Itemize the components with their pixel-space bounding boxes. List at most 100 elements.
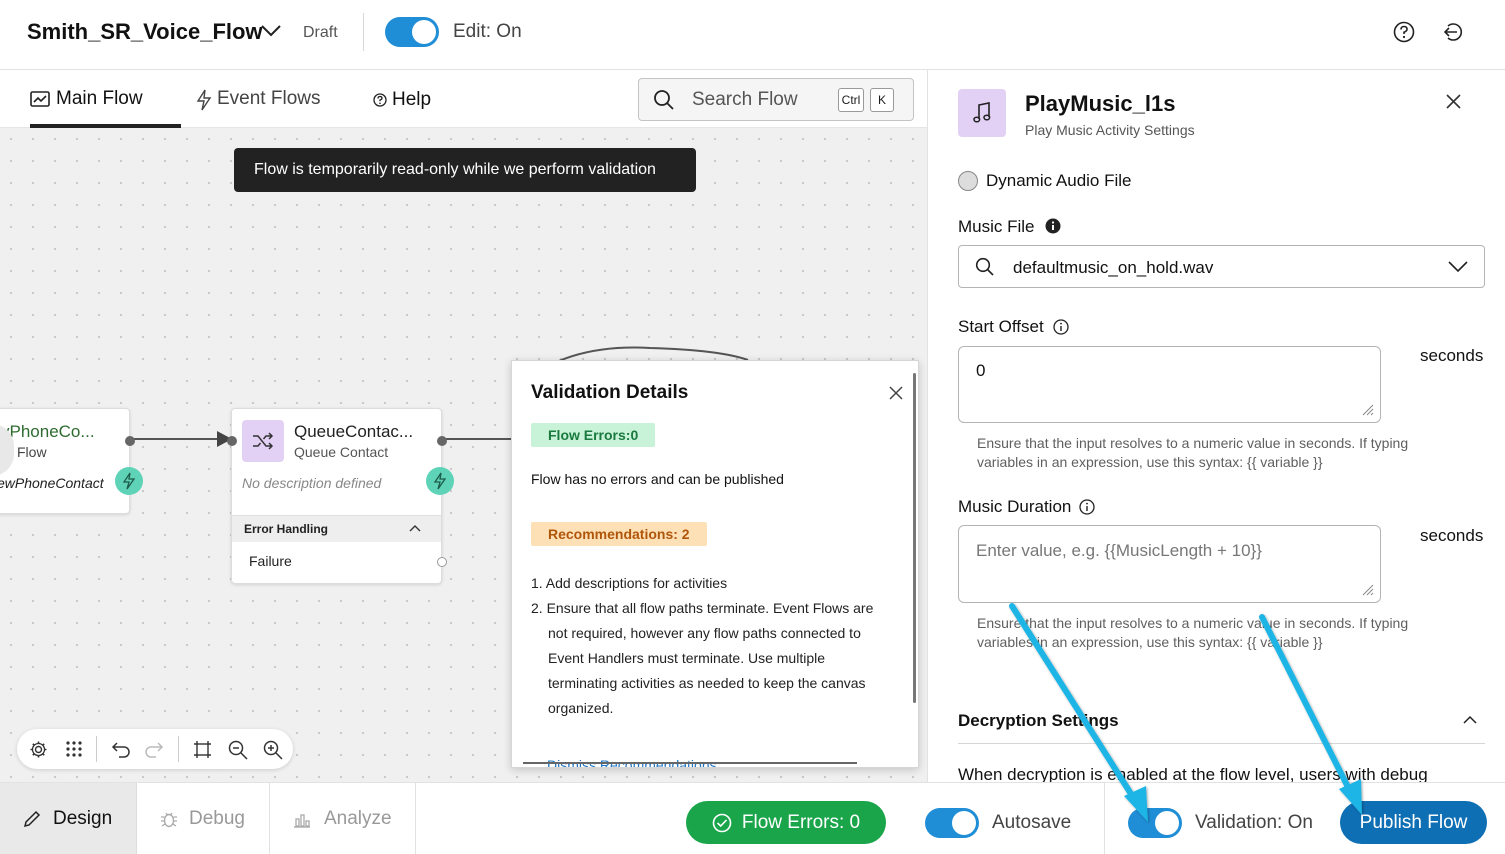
- recommendation-item: 2. Ensure that all flow paths terminate.…: [531, 600, 874, 716]
- node-description: ewPhoneContact: [0, 475, 104, 491]
- validation-toggle[interactable]: [1128, 808, 1182, 838]
- music-file-value: defaultmusic_on_hold.wav: [1013, 258, 1214, 277]
- dynamic-audio-radio[interactable]: [958, 171, 978, 191]
- toolbar-divider: [178, 736, 179, 762]
- event-lightning-icon[interactable]: [426, 467, 454, 495]
- undo-icon[interactable]: [111, 740, 131, 758]
- search-icon: [653, 89, 675, 111]
- start-offset-helper: Ensure that the input resolves to a nume…: [977, 435, 1409, 470]
- node-title: vPhoneCo...: [1, 422, 95, 441]
- flow-canvas[interactable]: vPhoneCo... Flow ewPhoneContact QueueCon…: [0, 128, 928, 782]
- decryption-settings-header[interactable]: Decryption Settings: [958, 711, 1119, 731]
- flow-name[interactable]: Smith_SR_Voice_Flow: [27, 19, 263, 45]
- input-port[interactable]: [227, 436, 237, 446]
- bottom-bar: Design Debug Analyze Flow Errors: 0 Auto…: [0, 782, 1505, 854]
- chevron-up-icon[interactable]: [1463, 715, 1477, 724]
- close-icon[interactable]: [889, 386, 903, 400]
- flow-errors-button[interactable]: Flow Errors: 0: [686, 801, 886, 844]
- tab-debug[interactable]: Debug: [137, 783, 270, 854]
- start-offset-input[interactable]: 0: [958, 346, 1381, 423]
- edit-label: Edit: On: [453, 21, 522, 42]
- tab-design-label: Design: [53, 808, 113, 829]
- recommendations-badge: Recommendations: 2: [531, 522, 707, 546]
- help-circle-icon[interactable]: [1393, 21, 1415, 43]
- resize-handle-icon[interactable]: [1362, 584, 1374, 596]
- info-icon[interactable]: [1053, 319, 1069, 335]
- tab-debug-label: Debug: [189, 808, 245, 829]
- autosave-toggle[interactable]: [925, 808, 979, 838]
- redo-icon[interactable]: [144, 740, 164, 758]
- music-note-icon: [958, 89, 1006, 137]
- start-offset-value: 0: [976, 361, 986, 380]
- decryption-text: When decryption is enabled at the flow l…: [958, 765, 1428, 782]
- lightning-icon: [196, 89, 212, 111]
- zoom-in-icon[interactable]: [263, 740, 283, 760]
- tab-help[interactable]: Help: [373, 70, 443, 128]
- music-duration-label: Music Duration: [958, 497, 1072, 516]
- output-port[interactable]: [125, 436, 135, 446]
- resize-handle-icon[interactable]: [1362, 404, 1374, 416]
- tab-main-flow[interactable]: Main Flow: [30, 70, 181, 128]
- tab-design[interactable]: Design: [0, 783, 137, 854]
- read-only-toast: Flow is temporarily read-only while we p…: [234, 148, 696, 192]
- error-handling-header[interactable]: Error Handling: [232, 515, 441, 542]
- info-filled-icon[interactable]: [1045, 218, 1061, 234]
- help-icon: [373, 93, 387, 107]
- grid-icon[interactable]: [66, 741, 82, 757]
- settings-gear-icon[interactable]: [29, 740, 48, 759]
- tab-analyze-label: Analyze: [324, 808, 392, 829]
- flow-tabs: Main Flow Event Flows Help Search Flow C…: [0, 70, 928, 128]
- canvas-toolbar: [17, 729, 293, 769]
- panel-title: PlayMusic_l1s: [1025, 91, 1176, 116]
- music-duration-helper: Ensure that the input resolves to a nume…: [977, 615, 1409, 650]
- node-title: QueueContac...: [294, 422, 414, 441]
- bar-chart-icon: [292, 809, 312, 829]
- music-duration-unit: seconds: [1420, 526, 1484, 545]
- node-description: No description defined: [242, 475, 382, 491]
- check-circle-icon: [712, 813, 732, 833]
- publish-flow-button[interactable]: Publish Flow: [1340, 801, 1487, 844]
- music-duration-input[interactable]: Enter value, e.g. {{MusicLength + 10}}: [958, 525, 1381, 603]
- exit-icon[interactable]: [1442, 21, 1464, 43]
- event-lightning-icon[interactable]: [115, 467, 143, 495]
- search-flow-box[interactable]: Search Flow Ctrl K: [638, 78, 914, 121]
- top-header: Smith_SR_Voice_Flow Draft Edit: On: [0, 0, 1505, 70]
- search-input[interactable]: Search Flow: [692, 89, 798, 111]
- panel-subtitle: Play Music Activity Settings: [1025, 122, 1195, 138]
- info-icon[interactable]: [1079, 499, 1095, 515]
- failure-port[interactable]: [437, 557, 447, 567]
- search-icon: [975, 257, 995, 277]
- zoom-out-icon[interactable]: [228, 740, 248, 760]
- toast-message: Flow is temporarily read-only while we p…: [254, 161, 656, 178]
- new-phone-contact-node[interactable]: vPhoneCo... Flow ewPhoneContact: [0, 408, 143, 514]
- shortcut-ctrl: Ctrl: [838, 88, 864, 112]
- node-back-label: Flow: [17, 444, 47, 460]
- section-divider: [958, 743, 1485, 744]
- status-badge: Draft: [303, 24, 338, 41]
- tab-analyze[interactable]: Analyze: [270, 783, 416, 854]
- autosave-label: Autosave: [992, 812, 1072, 833]
- flow-menu-chevron-down-icon[interactable]: [260, 24, 282, 38]
- shuffle-icon: [242, 420, 284, 462]
- output-port[interactable]: [437, 436, 447, 446]
- chevron-down-icon[interactable]: [1448, 261, 1468, 273]
- recommendation-item: 1. Add descriptions for activities: [531, 575, 728, 591]
- bug-icon: [159, 809, 179, 829]
- flow-chart-icon: [30, 91, 50, 109]
- music-file-select[interactable]: defaultmusic_on_hold.wav: [958, 245, 1485, 288]
- flow-errors-label: Flow Errors: 0: [741, 811, 861, 833]
- chevron-up-icon[interactable]: [409, 524, 421, 532]
- dynamic-audio-label: Dynamic Audio File: [986, 171, 1132, 190]
- failure-label: Failure: [249, 553, 292, 569]
- tab-event-flows[interactable]: Event Flows: [196, 70, 336, 128]
- popover-scrollbar[interactable]: [913, 373, 916, 703]
- validation-details-popover: Validation Details Flow Errors:0 Flow ha…: [511, 360, 919, 768]
- edit-toggle[interactable]: [385, 17, 439, 47]
- close-panel-icon[interactable]: [1446, 94, 1461, 109]
- shortcut-k: K: [870, 88, 894, 112]
- tab-main-flow-label: Main Flow: [56, 88, 143, 109]
- queue-contact-node[interactable]: QueueContac... Queue Contact No descript…: [227, 408, 454, 584]
- fit-to-screen-icon[interactable]: [193, 740, 212, 759]
- start-offset-label: Start Offset: [958, 317, 1044, 336]
- footer-divider: [1104, 783, 1105, 854]
